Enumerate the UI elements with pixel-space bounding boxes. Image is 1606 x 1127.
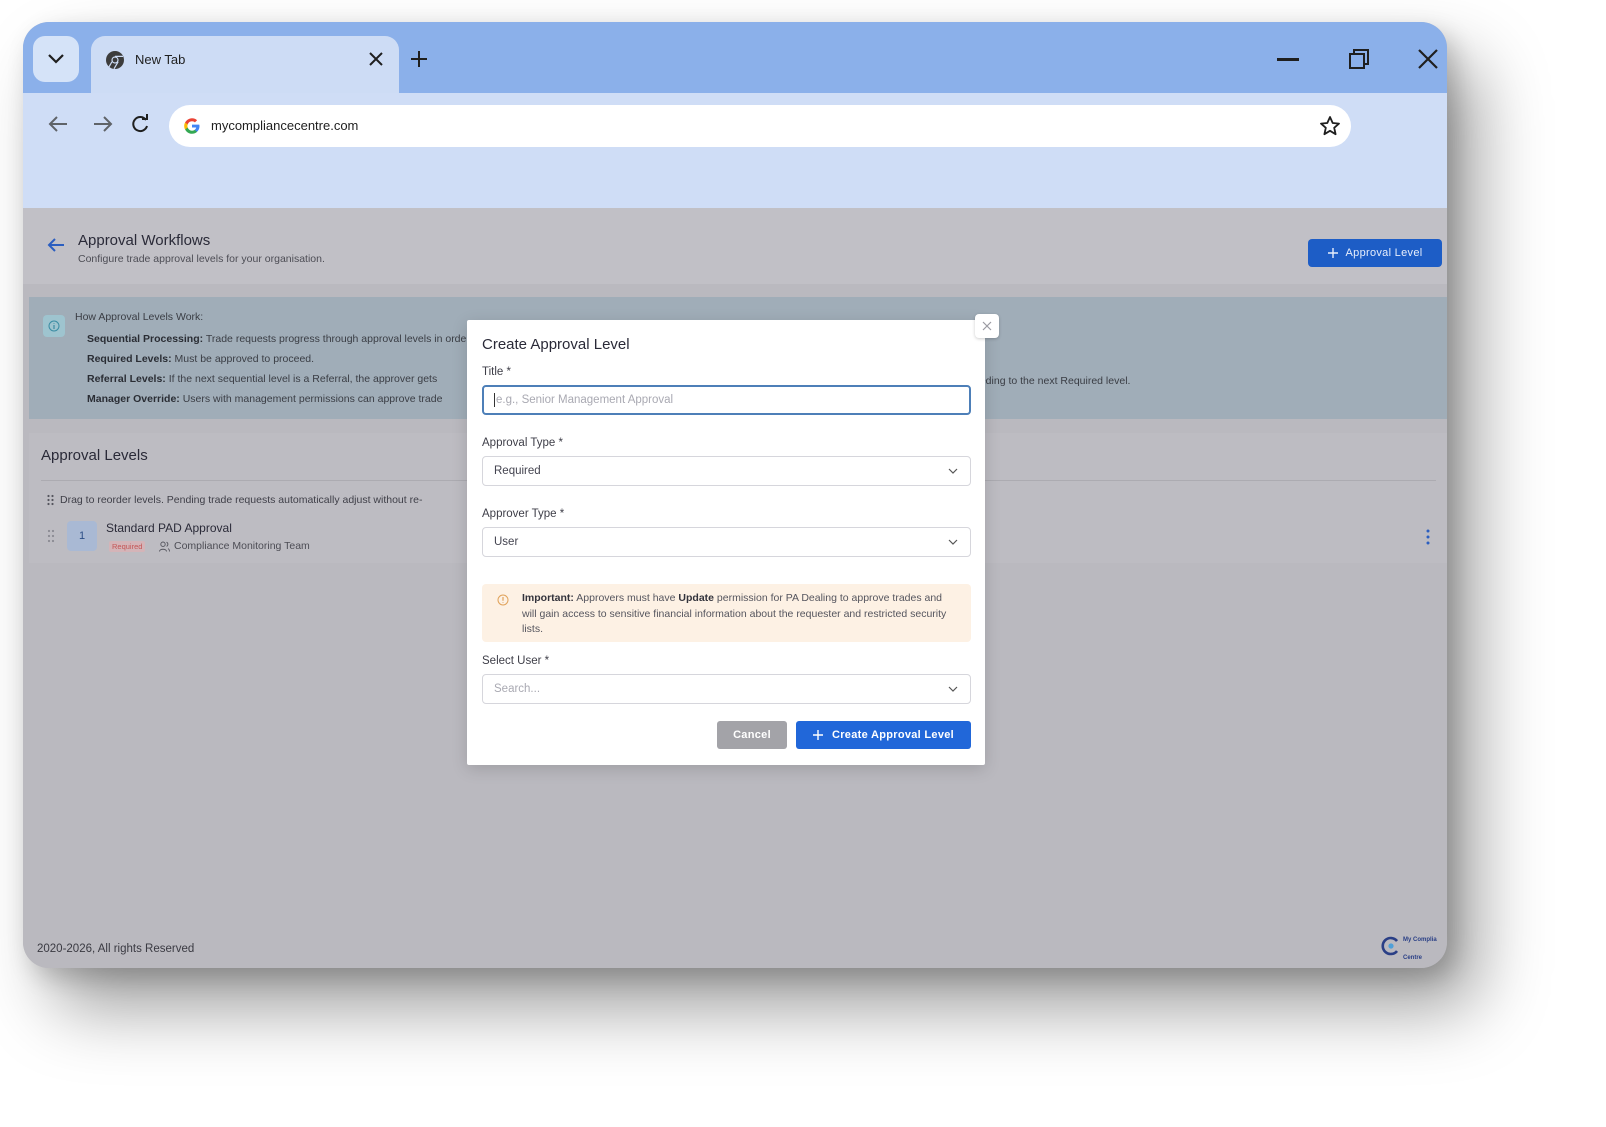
approval-type-label: Approval Type * <box>482 437 563 449</box>
bookmark-star-icon[interactable] <box>1319 115 1341 137</box>
back-icon[interactable] <box>47 113 69 135</box>
window-close-icon[interactable] <box>1417 48 1439 70</box>
select-user-label: Select User * <box>482 655 550 667</box>
permission-warning: Important: Approvers must have Update pe… <box>482 584 971 642</box>
section-title: Approval Levels <box>41 447 148 464</box>
select-user-dropdown[interactable]: Search... <box>482 674 971 704</box>
page-header: Approval Workflows Configure trade appro… <box>23 208 1447 284</box>
warning-text: Important: Approvers must have Update pe… <box>522 592 947 635</box>
info-heading: How Approval Levels Work: <box>75 311 204 323</box>
level-team: Compliance Monitoring Team <box>174 540 310 552</box>
dialog-close-button[interactable] <box>975 314 999 338</box>
plus-icon <box>812 730 823 740</box>
cancel-button[interactable]: Cancel <box>717 721 787 749</box>
close-icon[interactable] <box>367 50 385 68</box>
page-title: Approval Workflows <box>78 232 211 249</box>
plus-icon <box>1327 248 1338 258</box>
required-badge: Required <box>109 541 146 552</box>
approval-type-select[interactable]: Required <box>482 456 971 486</box>
chevron-down-icon <box>948 539 958 545</box>
tab-strip: New Tab <box>23 22 1447 94</box>
create-approval-level-button[interactable]: Create Approval Level <box>796 721 971 749</box>
level-name: Standard PAD Approval <box>106 521 232 535</box>
approver-type-label: Approver Type * <box>482 508 565 520</box>
warning-icon <box>497 594 509 606</box>
forward-icon[interactable] <box>92 113 114 135</box>
approver-type-select[interactable]: User <box>482 527 971 557</box>
add-approval-level-button[interactable]: Approval Level <box>1308 239 1442 267</box>
drag-handle-icon[interactable] <box>47 529 55 543</box>
plus-icon[interactable] <box>409 49 429 69</box>
info-icon <box>43 315 65 337</box>
back-arrow-icon[interactable] <box>45 234 67 256</box>
drag-hint-text: Drag to reorder levels. Pending trade re… <box>60 494 423 506</box>
approver-type-value: User <box>494 536 519 548</box>
level-number: 1 <box>67 521 97 551</box>
tab-title: New Tab <box>135 52 186 67</box>
add-approval-level-label: Approval Level <box>1345 247 1423 259</box>
url-text: mycompliancecentre.com <box>211 118 359 133</box>
create-approval-level-dialog: Create Approval Level Title * e.g., Seni… <box>467 314 999 765</box>
company-logo: My Complia Centre <box>1381 933 1443 961</box>
select-user-placeholder: Search... <box>494 683 541 695</box>
google-icon <box>184 118 200 134</box>
approval-type-value: Required <box>494 465 541 477</box>
tab-search-button[interactable] <box>33 36 79 82</box>
logo-icon <box>1381 936 1399 956</box>
footer-copyright: 2020-2026, All rights Reserved <box>37 943 195 955</box>
minimize-icon[interactable] <box>1277 58 1299 62</box>
chevron-down-icon <box>948 468 958 474</box>
chevron-down-icon <box>48 54 64 64</box>
title-placeholder: e.g., Senior Management Approval <box>496 394 674 406</box>
drag-hint: Drag to reorder levels. Pending trade re… <box>47 494 422 506</box>
reload-icon[interactable] <box>129 113 151 135</box>
chevron-down-icon <box>948 686 958 692</box>
browser-window: New Tab mycompliancecentre.com Approval … <box>23 22 1447 968</box>
browser-tab[interactable]: New Tab <box>91 36 399 94</box>
dialog-title: Create Approval Level <box>482 336 630 353</box>
close-icon <box>982 321 992 331</box>
users-icon <box>159 541 170 552</box>
drag-handle-icon <box>47 494 54 506</box>
restore-icon[interactable] <box>1348 48 1370 70</box>
title-input[interactable]: e.g., Senior Management Approval <box>482 385 971 415</box>
title-label: Title * <box>482 366 511 378</box>
info-item: Referral Levels: If the next sequential … <box>87 373 438 385</box>
address-bar[interactable]: mycompliancecentre.com <box>169 105 1351 147</box>
chrome-icon <box>106 51 124 70</box>
page-subtitle: Configure trade approval levels for your… <box>78 253 325 265</box>
info-item: Required Levels: Must be approved to pro… <box>87 353 315 365</box>
more-options-icon[interactable] <box>1426 529 1430 545</box>
create-approval-level-label: Create Approval Level <box>831 729 955 741</box>
info-item-tail: eeding to the next Required level. <box>974 375 1131 387</box>
info-item: Manager Override: Users with management … <box>87 393 443 405</box>
browser-toolbar: mycompliancecentre.com <box>23 93 1447 208</box>
